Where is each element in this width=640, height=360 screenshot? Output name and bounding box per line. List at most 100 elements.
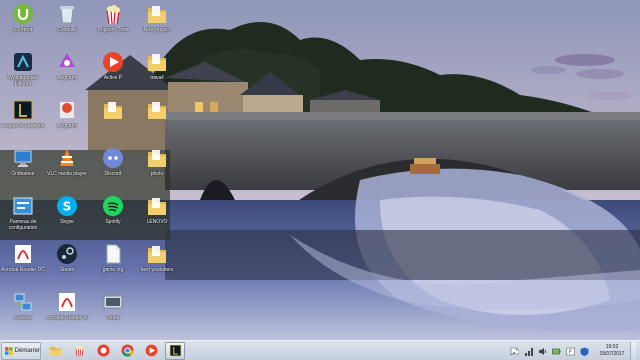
desktop-shortcut[interactable]: Spotify: [90, 195, 136, 241]
taskbar-popcorn-time-button[interactable]: [69, 342, 89, 360]
popcorn-time-icon: [75, 345, 84, 357]
taskbar-league-of-legends-button[interactable]: [165, 341, 185, 360]
anghami-icon: [59, 53, 75, 67]
windows-explorer-icon: [49, 347, 61, 356]
desktop-shortcut-label: photo: [150, 171, 164, 177]
desktop-shortcut-label: Popcorn Time: [97, 27, 129, 33]
desktop-shortcut-label: µTorrent: [13, 27, 33, 33]
taskbar-activepresenter-button[interactable]: [141, 342, 161, 360]
vlc-icon: [60, 149, 74, 166]
desktop-shortcut[interactable]: Popcorn Time: [90, 3, 136, 49]
desktop-shortcut-label: Acrobat Reader DC: [1, 267, 45, 273]
desktop-shortcut[interactable]: Corbeille: [44, 3, 90, 49]
desktop-shortcut-label: Vidéo: [106, 315, 120, 321]
acrobat-icon: [59, 293, 75, 311]
utorrent-icon: [13, 4, 33, 24]
clock[interactable]: 19:02 15/07/2017: [597, 344, 627, 358]
desktop-shortcut[interactable]: Discord: [90, 147, 136, 193]
desktop-shortcut[interactable]: New project: [134, 3, 180, 49]
desktop-shortcut-label: Panneau de configuration: [8, 219, 38, 231]
popcorn-time-icon: [106, 5, 120, 25]
taskbar-ccleaner-button[interactable]: [93, 342, 113, 360]
spotify-icon: [103, 196, 123, 216]
desktop-shortcut-label: Spotify: [105, 219, 121, 225]
desktop-shortcut-label: Discord: [104, 171, 122, 177]
battery-icon[interactable]: [552, 347, 561, 356]
folder-icon: [148, 246, 166, 263]
desktop-shortcut[interactable]: travail: [134, 51, 180, 97]
taskbar-chrome-button[interactable]: [117, 342, 137, 360]
league-of-legends-icon: [169, 344, 181, 357]
skype-icon: S: [57, 196, 77, 216]
desktop-shortcut-label: LENOVO: [146, 219, 168, 225]
video-shortcut-icon: [103, 295, 123, 309]
recycle-bin-icon: [60, 6, 74, 24]
discord-icon: [103, 148, 123, 168]
desktop-shortcut[interactable]: Active P: [90, 51, 136, 97]
steam-icon: [57, 244, 77, 264]
show-desktop-button[interactable]: [630, 342, 636, 360]
desktop-shortcut-label: best youtubers: [140, 267, 174, 273]
desktop-shortcut[interactable]: µTorrent: [0, 3, 46, 49]
pinned-apps: [41, 341, 185, 360]
desktop-shortcut[interactable]: League of Legends: [0, 99, 46, 145]
start-button[interactable]: Démarrer: [1, 341, 41, 360]
desktop-shortcut[interactable]: Panneau de configuration: [0, 195, 46, 241]
network-icon: [14, 293, 32, 311]
desktop-shortcut-label: League of Legends: [1, 123, 45, 129]
file-icon: [106, 244, 121, 264]
desktop-shortcut[interactable]: game.cfg: [90, 243, 136, 289]
desktop-shortcut-label: Wondershare Filmora: [8, 75, 38, 87]
desktop-shortcut[interactable]: Anghami: [44, 51, 90, 97]
desktop-shortcut-label: New project: [143, 27, 171, 33]
desktop-shortcut[interactable]: Anghami: [44, 99, 90, 145]
desktop-shortcut[interactable]: Acrobat Reader DC: [0, 243, 46, 289]
desktop-shortcut[interactable]: Ordinateur: [0, 147, 46, 193]
folder-icon: [148, 198, 166, 215]
anghami-red-icon: [60, 102, 74, 118]
acrobat-icon: [15, 245, 31, 263]
folder-icon: [104, 102, 122, 119]
windows-logo-icon: [5, 346, 13, 355]
desktop-shortcut-label: Skype: [60, 219, 74, 225]
desktop-shortcut-label: travail: [150, 75, 164, 81]
language-icon[interactable]: F: [566, 347, 575, 356]
clock-time: 19:02: [605, 344, 619, 350]
svg-text:F: F: [569, 349, 572, 355]
computer-icon: [14, 150, 32, 167]
desktop-shortcut[interactable]: photo: [134, 147, 180, 193]
folder-icon: [148, 54, 166, 71]
desktop-shortcut[interactable]: [134, 99, 180, 145]
activepresenter-icon: [103, 52, 123, 72]
tray-icons: F: [505, 347, 589, 356]
flag-icon[interactable]: [510, 347, 519, 356]
activepresenter-icon: [145, 344, 157, 357]
desktop-shortcut-label: Réseau: [14, 315, 32, 321]
league-of-legends-icon: [13, 100, 33, 120]
desktop-shortcut[interactable]: VLC media player: [44, 147, 90, 193]
desktop-shortcut-label: Active P: [103, 75, 123, 81]
network-tray-icon[interactable]: [524, 347, 533, 356]
folder-icon: [148, 102, 166, 119]
folder-icon: [148, 150, 166, 167]
desktop-shortcut[interactable]: best youtubers: [134, 243, 180, 289]
antivirus-icon[interactable]: [580, 347, 589, 356]
desktop-shortcut[interactable]: Steam: [44, 243, 90, 289]
desktop-shortcut[interactable]: Vidéo: [90, 291, 136, 337]
desktop-shortcut[interactable]: Réseau: [0, 291, 46, 337]
desktop-shortcut-label: Corbeille: [57, 27, 77, 33]
start-label: Démarrer: [14, 347, 40, 354]
desktop-shortcut[interactable]: Acrobat Reader XI: [44, 291, 90, 337]
desktop-shortcut-label: game.cfg: [102, 267, 124, 273]
desktop-shortcut[interactable]: Wondershare Filmora: [0, 51, 46, 97]
taskbar: Démarrer F 19:02 15/07/2017: [0, 340, 640, 360]
taskbar-windows-explorer-button[interactable]: [45, 342, 65, 360]
desktop-shortcut[interactable]: LENOVO: [134, 195, 180, 241]
speaker-icon[interactable]: [538, 347, 547, 356]
clock-date: 15/07/2017: [599, 351, 625, 357]
desktop-shortcut[interactable]: S Skype: [44, 195, 90, 241]
svg-text:S: S: [63, 200, 72, 214]
desktop-shortcut[interactable]: [90, 99, 136, 145]
control-panel-icon: [13, 197, 33, 215]
desktop-shortcut-label: Acrobat Reader XI: [46, 315, 88, 321]
